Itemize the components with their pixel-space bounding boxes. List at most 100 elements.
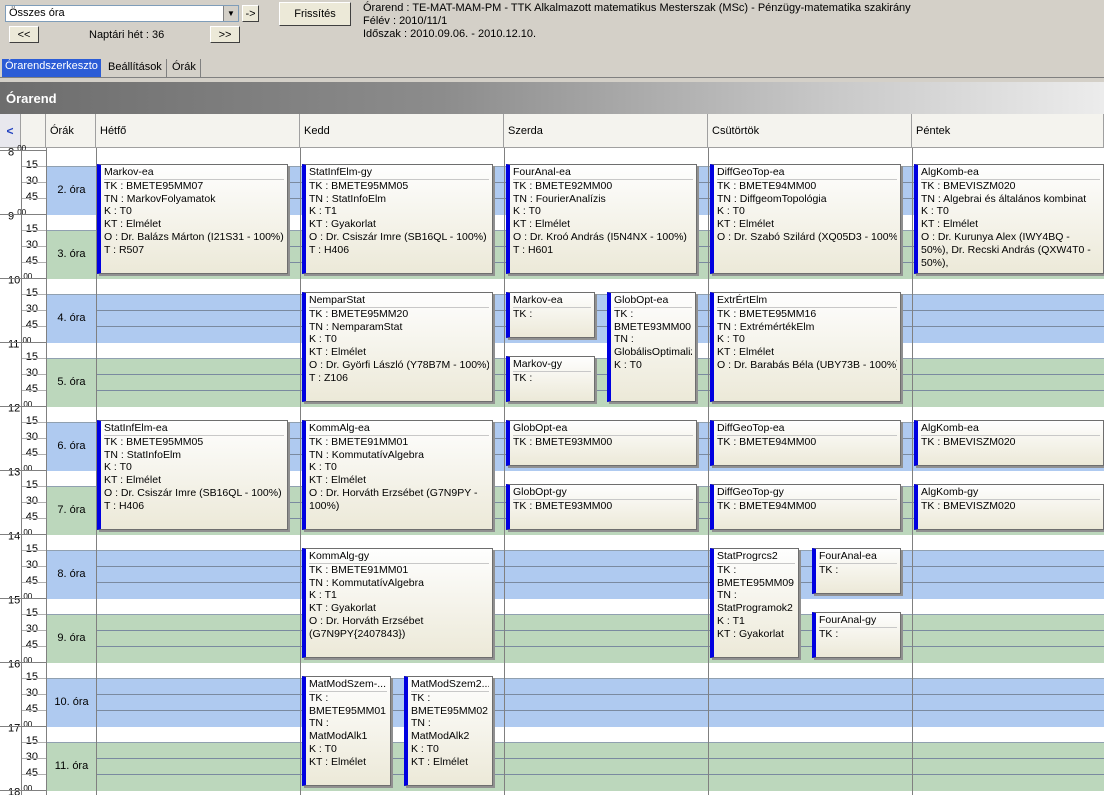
event-detail: K : T0 xyxy=(614,358,642,371)
minute-tick xyxy=(21,646,46,647)
event-card[interactable]: NemparStat TK : BMETE95MM20 TN : NemparamS… xyxy=(302,292,493,402)
hour-tick xyxy=(0,278,46,279)
slot-band xyxy=(46,678,1104,727)
hour-tick xyxy=(0,790,46,791)
event-detail: O : Dr. Csiszár Imre (SB16QL - 100%) xyxy=(104,486,282,499)
event-detail: T : Z106 xyxy=(309,371,348,384)
hour-tick xyxy=(0,150,46,151)
slot-label: 9. óra xyxy=(57,632,86,644)
tab-timetable-editor[interactable]: Órarendszerkeszto xyxy=(2,59,101,77)
prev-week-button[interactable]: << xyxy=(9,26,39,43)
event-detail: TK : xyxy=(513,371,533,384)
event-detail: TK : BMETE95MM02 xyxy=(411,691,489,717)
timetable-filter-select[interactable]: Összes óra ▼ xyxy=(5,5,239,22)
event-card[interactable]: ExtrÉrtElm TK : BMETE95MM16 TN : Extrémért… xyxy=(710,292,901,402)
hour-tick xyxy=(0,534,46,535)
event-card[interactable]: MatModSzem2... TK : BMETE95MM02 TN : MatMo… xyxy=(404,676,493,786)
grid-line xyxy=(96,758,1104,759)
tab-classes[interactable]: Órák xyxy=(168,59,201,77)
event-detail: K : T0 xyxy=(717,333,745,346)
tab-settings[interactable]: Beállítások xyxy=(104,59,167,77)
event-card[interactable]: FourAnal-ea TK : BMETE92MM00 TN : FourierA… xyxy=(506,164,697,274)
event-card[interactable]: MatModSzem-... TK : BMETE95MM01 TN : MatMo… xyxy=(302,676,391,786)
minute-tick xyxy=(21,422,46,423)
minute-tick xyxy=(21,550,46,551)
event-title: StatInfElm-gy xyxy=(309,166,489,180)
event-detail: TK : BMETE95MM05 xyxy=(309,179,409,192)
event-detail: TN : MatModAlk2 xyxy=(411,717,470,743)
slot-label: 3. óra xyxy=(57,248,86,260)
minute-tick xyxy=(21,518,46,519)
event-detail: TK : BMETE95MM20 xyxy=(309,307,409,320)
grid-line xyxy=(96,374,1104,375)
event-card[interactable]: AlgKomb-gy TK : BMEVISZM020 xyxy=(914,484,1104,530)
minute-tick xyxy=(21,374,46,375)
event-detail: TK : BMETE95MM09 xyxy=(717,563,795,589)
event-card[interactable]: Markov-gy TK : xyxy=(506,356,595,402)
chevron-down-icon[interactable]: ▼ xyxy=(223,6,238,21)
event-detail: O : Dr. Horváth Erzsébet (G7N9PY{2407843… xyxy=(309,614,424,640)
minute-label: 45 xyxy=(25,575,38,587)
hour-tick xyxy=(0,342,46,343)
event-detail: TK : BMETE94MM00 xyxy=(717,499,817,512)
minute-tick xyxy=(21,758,46,759)
minute-label: 30 xyxy=(25,367,38,379)
event-detail: O : Dr. Balázs Márton (I21S31 - 100%) xyxy=(104,230,284,243)
hour-tick xyxy=(0,662,46,663)
colhead-thursday: Csütörtök xyxy=(708,114,912,148)
event-card[interactable]: FourAnal-ea TK : xyxy=(812,548,901,594)
next-week-button[interactable]: >> xyxy=(210,26,240,43)
slot-band xyxy=(46,742,1104,791)
event-detail: KT : Gyakorlat xyxy=(309,218,376,231)
event-card[interactable]: GlobOpt-ea TK : BMETE93MM00 TN : GlobálisO… xyxy=(607,292,696,402)
event-card[interactable]: DiffGeoTop-ea TK : BMETE94MM00 TN : Diffge… xyxy=(710,164,901,274)
event-card[interactable]: AlgKomb-ea TK : BMEVISZM020 xyxy=(914,420,1104,466)
minute-label: 30 xyxy=(25,623,38,635)
minute-tick xyxy=(21,454,46,455)
event-detail: KT : Elmélet xyxy=(717,346,774,359)
event-card[interactable]: AlgKomb-ea TK : BMEVISZM020 TN : Algebrai … xyxy=(914,164,1104,274)
minute-tick xyxy=(21,438,46,439)
event-title: ExtrÉrtElm xyxy=(717,294,897,308)
hour-suffix: 00 xyxy=(23,400,33,409)
event-card[interactable]: KommAlg-ea TK : BMETE91MM01 TN : Kommutatí… xyxy=(302,420,493,530)
minute-tick xyxy=(21,582,46,583)
event-card[interactable]: GlobOpt-ea TK : BMETE93MM00 xyxy=(506,420,697,466)
collapse-icon[interactable]: < xyxy=(0,114,21,148)
event-card[interactable]: StatInfElm-ea TK : BMETE95MM05 TN : StatIn… xyxy=(97,420,288,530)
grid-line xyxy=(96,310,1104,311)
minute-tick xyxy=(21,694,46,695)
event-detail: K : T1 xyxy=(717,614,745,627)
event-card[interactable]: GlobOpt-gy TK : BMETE93MM00 xyxy=(506,484,697,530)
go-button[interactable]: -> xyxy=(242,5,259,22)
event-card[interactable]: StatProgrcs2 TK : BMETE95MM09 TN : StatPro… xyxy=(710,548,799,658)
event-detail: TK : BMETE95MM01 xyxy=(309,691,387,717)
event-title: StatInfElm-ea xyxy=(104,422,284,436)
event-detail: TK : BMETE93MM00 xyxy=(513,499,613,512)
event-card[interactable]: Markov-ea TK : xyxy=(506,292,595,338)
minute-tick xyxy=(21,742,46,743)
event-detail: O : Dr. Csiszár Imre (SB16QL - 100%) xyxy=(309,230,487,243)
event-detail: TK : BMETE91MM01 xyxy=(309,563,409,576)
event-detail: TK : BMEVISZM020 xyxy=(921,499,1016,512)
event-detail: KT : Elmélet xyxy=(309,474,366,487)
refresh-button[interactable]: Frissítés xyxy=(279,2,351,26)
event-card[interactable]: Markov-ea TK : BMETE95MM07 TN : MarkovFoly… xyxy=(97,164,288,274)
event-detail: K : T0 xyxy=(411,742,439,755)
minute-tick xyxy=(21,678,46,679)
slot-label: 2. óra xyxy=(57,184,86,196)
event-card[interactable]: StatInfElm-gy TK : BMETE95MM05 TN : StatIn… xyxy=(302,164,493,274)
event-card[interactable]: KommAlg-gy TK : BMETE91MM01 TN : Kommutatí… xyxy=(302,548,493,658)
minute-tick xyxy=(21,358,46,359)
hour-suffix: 00 xyxy=(23,528,33,537)
event-card[interactable]: DiffGeoTop-ea TK : BMETE94MM00 xyxy=(710,420,901,466)
minute-label: 15 xyxy=(25,543,38,555)
event-card[interactable]: FourAnal-gy TK : xyxy=(812,612,901,658)
event-card[interactable]: DiffGeoTop-gy TK : BMETE94MM00 xyxy=(710,484,901,530)
event-title: KommAlg-ea xyxy=(309,422,489,436)
minute-label: 15 xyxy=(25,287,38,299)
event-detail: KT : Elmélet xyxy=(104,218,161,231)
colhead-slots: Órák xyxy=(46,114,96,148)
event-detail: TK : BMETE94MM00 xyxy=(717,179,817,192)
event-detail: O : Dr. Barabás Béla (UBY73B - 100%) xyxy=(717,358,897,371)
